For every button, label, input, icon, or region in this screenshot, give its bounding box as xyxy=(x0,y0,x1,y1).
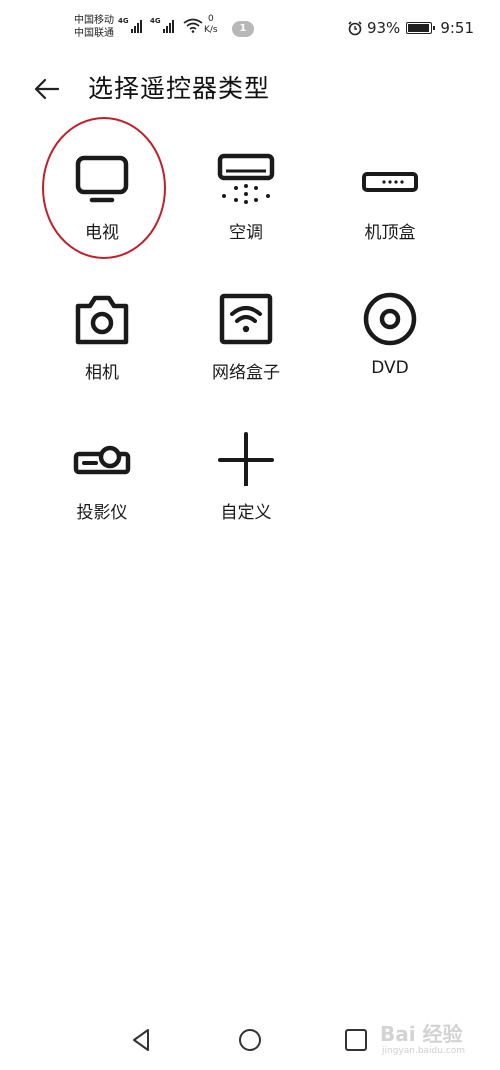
speed-unit: K/s xyxy=(204,25,218,35)
recents-square-icon[interactable] xyxy=(342,1026,370,1054)
device-tile-dvd[interactable]: DVD xyxy=(318,280,462,410)
network-indicators: 4G 4G xyxy=(118,17,204,33)
network-speed: 0 K/s xyxy=(204,14,218,36)
projector-icon xyxy=(73,445,131,475)
status-bar: 中国移动 中国联通 4G 4G 0 K/s 1 93% 9:51 xyxy=(0,0,500,60)
speed-value: 0 xyxy=(207,14,214,24)
watermark-sub: jingyan.baidu.com xyxy=(382,1046,466,1056)
device-label: 网络盒子 xyxy=(212,363,280,383)
device-tile-network-box[interactable]: 网络盒子 xyxy=(174,280,318,410)
device-label: DVD xyxy=(371,358,409,378)
signal-icon: 4G xyxy=(150,17,174,33)
device-label: 自定义 xyxy=(220,503,272,523)
watermark-main: Bai 经验 xyxy=(380,1022,463,1046)
device-tile-custom[interactable]: 自定义 xyxy=(174,420,318,550)
page-title: 选择遥控器类型 xyxy=(88,74,271,103)
arrow-left-icon[interactable] xyxy=(30,74,64,104)
carrier-2: 中国联通 xyxy=(74,28,114,39)
alarm-icon xyxy=(348,21,362,36)
device-label: 投影仪 xyxy=(76,503,128,523)
device-label: 机顶盒 xyxy=(364,223,416,243)
status-right: 93% 9:51 xyxy=(347,19,474,37)
camera-icon xyxy=(75,295,129,345)
notification-badge: 1 xyxy=(232,21,254,37)
set-top-box-icon xyxy=(362,172,418,192)
device-label: 相机 xyxy=(85,363,119,383)
back-triangle-icon[interactable] xyxy=(128,1026,156,1054)
net-type-1: 4G xyxy=(118,17,129,25)
home-circle-icon[interactable] xyxy=(236,1026,264,1054)
carrier-info: 中国移动 中国联通 xyxy=(74,14,114,40)
tv-icon xyxy=(75,155,129,203)
carrier-1: 中国移动 xyxy=(74,15,114,26)
device-tile-air-conditioner[interactable]: 空调 xyxy=(174,140,318,270)
device-label: 空调 xyxy=(229,223,263,243)
device-tile-set-top-box[interactable]: 机顶盒 xyxy=(318,140,462,270)
battery-percent: 93% xyxy=(366,19,401,37)
air-conditioner-icon xyxy=(217,153,275,204)
device-tile-projector[interactable]: 投影仪 xyxy=(30,420,174,550)
app-header: 选择遥控器类型 xyxy=(0,62,500,118)
clock: 9:51 xyxy=(440,19,474,37)
network-box-icon xyxy=(219,293,273,345)
plus-icon xyxy=(218,432,274,486)
device-tile-camera[interactable]: 相机 xyxy=(30,280,174,410)
device-tile-tv[interactable]: 电视 xyxy=(30,140,174,270)
battery-icon xyxy=(406,22,436,34)
device-label: 电视 xyxy=(85,223,119,243)
net-type-2: 4G xyxy=(150,17,161,25)
dvd-icon xyxy=(363,292,417,346)
watermark-logo: Bai 经验 jingyan.baidu.com xyxy=(380,1018,490,1062)
wifi-icon xyxy=(183,18,203,33)
signal-icon: 4G xyxy=(118,17,142,33)
